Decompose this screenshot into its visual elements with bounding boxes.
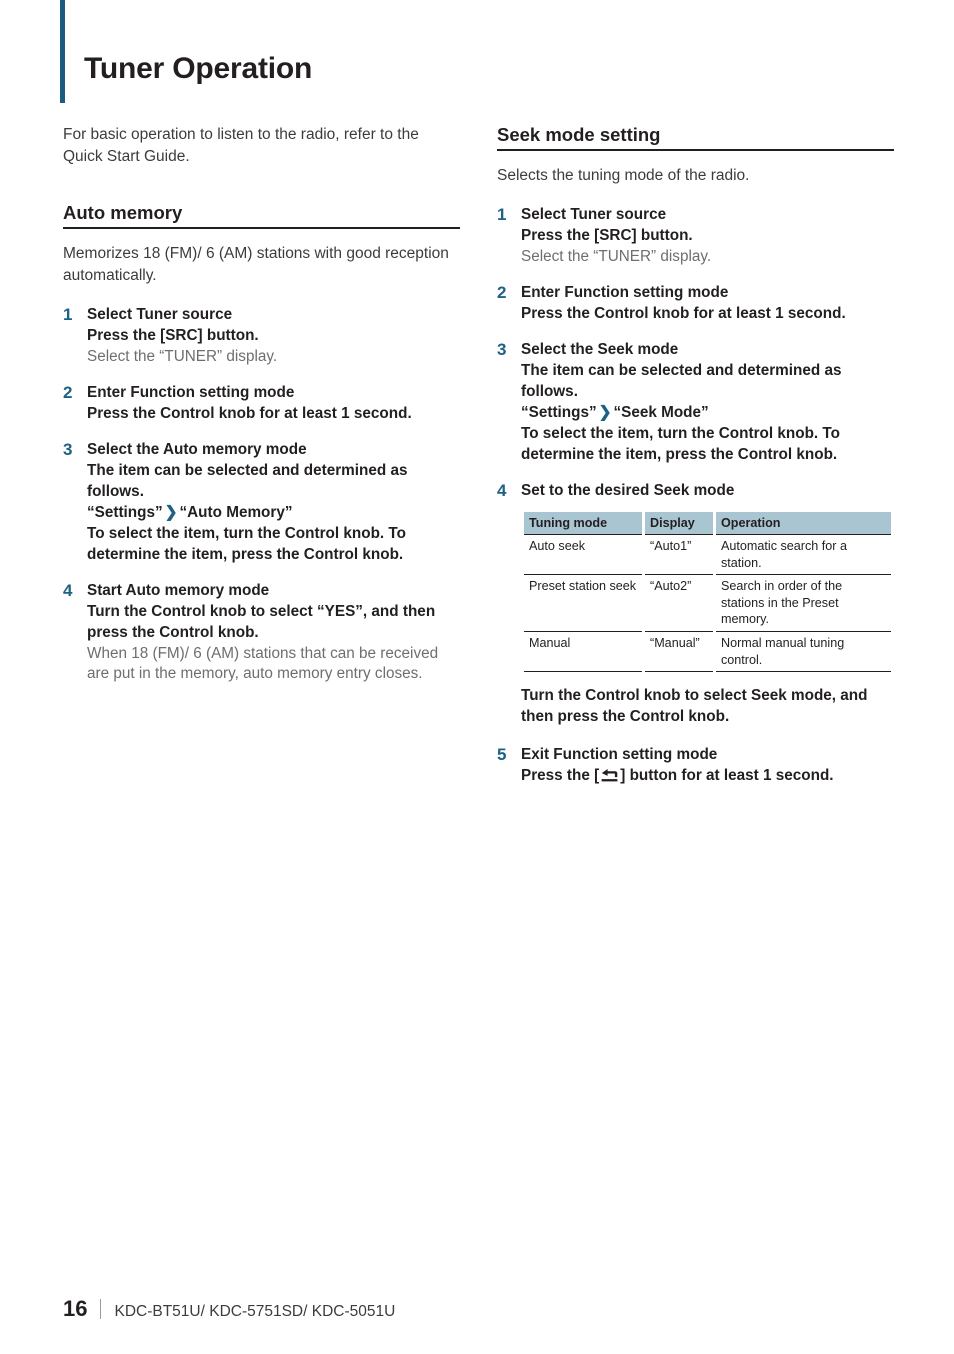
step-line: Select the Auto memory mode xyxy=(87,440,307,458)
step-number: 4 xyxy=(497,480,507,500)
table-header-cell: Display xyxy=(645,511,713,534)
step-number: 5 xyxy=(497,745,507,765)
left-column: For basic operation to listen to the rad… xyxy=(63,124,460,685)
step-item: 1 Select Tuner source Press the [SRC] bu… xyxy=(63,305,460,368)
step-item: 2 Enter Function setting mode Press the … xyxy=(497,283,894,325)
table-cell-tuning-mode: Manual xyxy=(524,631,642,673)
step-line: Enter Function setting mode xyxy=(87,384,295,402)
step-item: 1 Select Tuner source Press the [SRC] bu… xyxy=(497,205,894,268)
table-cell-operation: Normal manual tuning control. xyxy=(716,631,891,673)
step-line: Select Tuner source xyxy=(521,206,667,224)
menu-path-settings: “Settings” xyxy=(87,503,163,521)
step-line: Set to the desired Seek mode xyxy=(521,481,735,499)
step-line: To select the item, turn the Control kno… xyxy=(87,524,406,563)
step-line-with-icon: Press the [ ] button for at least 1 secon… xyxy=(521,766,894,787)
step-number: 1 xyxy=(63,305,73,325)
step-item: 4 Start Auto memory mode Turn the Contro… xyxy=(63,581,460,686)
step-item: 3 Select the Seek mode The item can be s… xyxy=(497,340,894,466)
step-number: 3 xyxy=(497,339,507,359)
footer-page-number: 16 xyxy=(63,1296,88,1321)
table-cell-operation: Search in order of the stations in the P… xyxy=(716,574,891,631)
table-row: Preset station seek “Auto2” Search in or… xyxy=(524,574,891,631)
footer-model-names: KDC-BT51U/ KDC-5751SD/ KDC-5051U xyxy=(114,1303,396,1320)
steps-list-seek-mode: 1 Select Tuner source Press the [SRC] bu… xyxy=(497,205,894,787)
table-cell-display: “Auto1” xyxy=(645,533,713,574)
step-line: Turn the Control knob to select “YES”, a… xyxy=(87,602,436,641)
step-line: Start Auto memory mode xyxy=(87,581,270,599)
chevron-right-icon: ❯ xyxy=(164,503,178,521)
step-line: When 18 (FM)/ 6 (AM) stations that can b… xyxy=(87,644,439,683)
step-item: 3 Select the Auto memory mode The item c… xyxy=(63,440,460,566)
step-line: Select Tuner source xyxy=(87,306,233,324)
table-header-row: Tuning mode Display Operation xyxy=(524,511,891,534)
step-line-menu-path: “Settings” ❯ “Auto Memory” xyxy=(87,503,460,524)
step-line-menu-path: “Settings” ❯ “Seek Mode” xyxy=(521,403,894,424)
step-item: 2 Enter Function setting mode Press the … xyxy=(63,383,460,425)
step-line: Press the Control knob for at least 1 se… xyxy=(87,405,412,422)
after-table-instruction: Turn the Control knob to select Seek mod… xyxy=(521,687,868,726)
step-item: 4 Set to the desired Seek mode Tuning mo… xyxy=(497,481,894,728)
back-arrow-icon xyxy=(601,768,618,783)
step-number: 2 xyxy=(497,283,507,303)
step-line: Press the [SRC] button. xyxy=(521,227,693,245)
right-column: Seek mode setting Selects the tuning mod… xyxy=(497,124,894,787)
menu-path-settings: “Settings” xyxy=(521,403,597,421)
step-number: 4 xyxy=(63,580,73,600)
step-item: 5 Exit Function setting mode Press the [… xyxy=(497,745,894,787)
menu-path-target: “Seek Mode” xyxy=(613,403,709,421)
step-line: Select the “TUNER” display. xyxy=(521,248,712,266)
table-cell-tuning-mode: Preset station seek xyxy=(524,574,642,631)
table-cell-tuning-mode: Auto seek xyxy=(524,533,642,574)
table-header-cell: Operation xyxy=(716,511,891,534)
section-seek-mode-setting: Seek mode setting Selects the tuning mod… xyxy=(497,124,894,787)
section-description-auto-memory: Memorizes 18 (FM)/ 6 (AM) stations with … xyxy=(63,245,449,285)
step-number: 3 xyxy=(63,439,73,459)
step-line: Enter Function setting mode xyxy=(521,284,729,302)
table-row: Auto seek “Auto1” Automatic search for a… xyxy=(524,533,891,574)
section-rule xyxy=(497,149,894,152)
page-title: Tuner Operation xyxy=(84,52,313,85)
table-cell-display: “Auto2” xyxy=(645,574,713,631)
section-auto-memory: Auto memory Memorizes 18 (FM)/ 6 (AM) st… xyxy=(63,202,460,685)
step-number: 1 xyxy=(497,205,507,225)
footer-separator xyxy=(100,1299,102,1319)
seek-mode-table: Tuning mode Display Operation Auto seek … xyxy=(521,511,894,673)
instruction-text-before: Press the [ xyxy=(521,767,600,785)
section-rule xyxy=(63,227,460,230)
step-line: Press the [SRC] button. xyxy=(87,327,259,345)
instruction-text-after: ] button for at least 1 second. xyxy=(620,767,834,785)
step-line: Select the Seek mode xyxy=(521,340,679,358)
step-line: To select the item, turn the Control kno… xyxy=(521,424,840,463)
step-line: The item can be selected and determined … xyxy=(87,461,408,500)
section-heading-seek-mode: Seek mode setting xyxy=(497,124,661,145)
step-line: Exit Function setting mode xyxy=(521,746,718,764)
section-description-seek-mode: Selects the tuning mode of the radio. xyxy=(497,167,750,185)
page-accent-bar xyxy=(60,0,65,103)
step-line: The item can be selected and determined … xyxy=(521,361,842,400)
table-row: Manual “Manual” Normal manual tuning con… xyxy=(524,631,891,673)
table-header-cell: Tuning mode xyxy=(524,511,642,534)
steps-list-auto-memory: 1 Select Tuner source Press the [SRC] bu… xyxy=(63,305,460,685)
table-cell-operation: Automatic search for a station. xyxy=(716,533,891,574)
menu-path-target: “Auto Memory” xyxy=(179,503,293,521)
step-line: Select the “TUNER” display. xyxy=(87,348,278,366)
section-heading-auto-memory: Auto memory xyxy=(63,202,183,223)
step-number: 2 xyxy=(63,383,73,403)
page-footer: 16 KDC-BT51U/ KDC-5751SD/ KDC-5051U xyxy=(63,1296,395,1320)
chevron-right-icon: ❯ xyxy=(598,403,612,421)
table-cell-display: “Manual” xyxy=(645,631,713,673)
step-line: Press the Control knob for at least 1 se… xyxy=(521,305,846,322)
page-intro-text: For basic operation to listen to the rad… xyxy=(63,126,419,165)
